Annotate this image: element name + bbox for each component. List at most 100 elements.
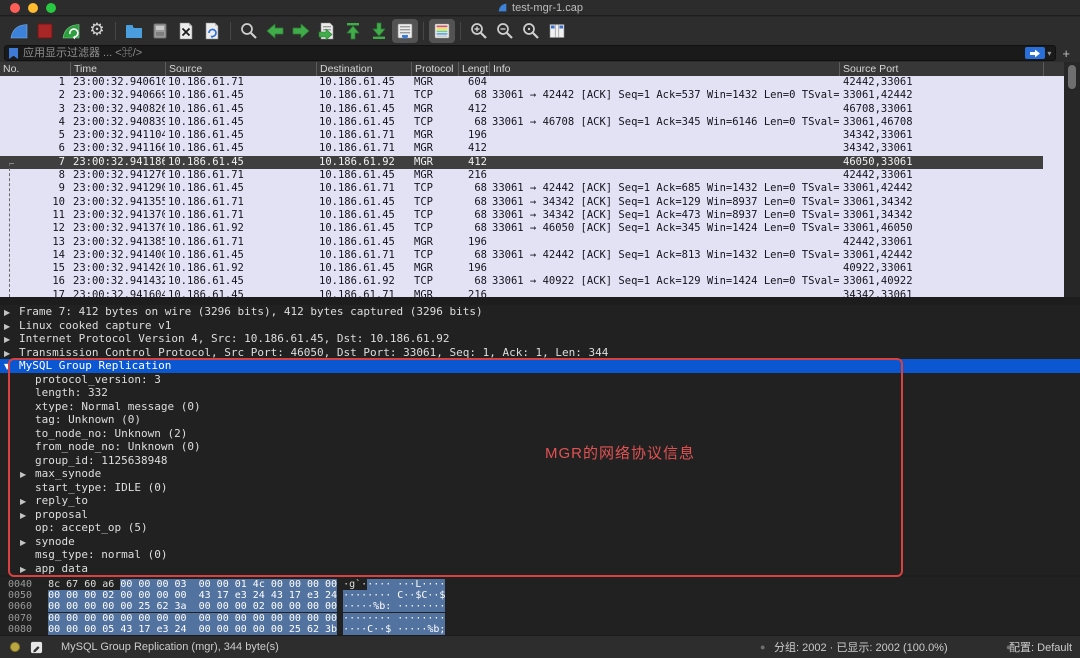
column-header-destination[interactable]: Destination bbox=[316, 62, 411, 76]
stop-capture-icon[interactable] bbox=[32, 19, 58, 43]
display-filter-field[interactable]: ▾ bbox=[4, 45, 1056, 61]
colorize-packets-icon[interactable] bbox=[429, 19, 455, 43]
expander-arrow-icon[interactable]: ▶ bbox=[4, 320, 19, 334]
hex-bytes[interactable]: 00 00 00 05 43 17 e3 24 00 00 00 00 00 2… bbox=[48, 624, 337, 635]
detail-tree-row[interactable]: xtype: Normal message (0) bbox=[0, 400, 1080, 414]
filter-dropdown-caret[interactable]: ▾ bbox=[1047, 49, 1051, 58]
filter-bookmark-icon[interactable] bbox=[8, 47, 19, 60]
hex-bytes[interactable]: 00 00 00 02 00 00 00 00 43 17 e3 24 43 1… bbox=[48, 590, 337, 601]
close-file-icon[interactable] bbox=[173, 19, 199, 43]
add-filter-button[interactable]: + bbox=[1056, 46, 1076, 61]
hex-row[interactable]: 00408c 67 60 a6 00 00 00 03 00 00 01 4c … bbox=[0, 579, 1080, 590]
detail-tree-row[interactable]: ▶Transmission Control Protocol, Src Port… bbox=[0, 346, 1080, 360]
column-header-info[interactable]: Info bbox=[489, 62, 839, 76]
expander-arrow-icon[interactable]: ▶ bbox=[20, 495, 35, 509]
hex-row[interactable]: 008000 00 00 05 43 17 e3 24 00 00 00 00 … bbox=[0, 624, 1080, 635]
reload-file-icon[interactable] bbox=[199, 19, 225, 43]
packet-row[interactable]: 8 23:00:32.941276 10.186.61.71 10.186.61… bbox=[0, 169, 1064, 182]
ascii-bytes[interactable]: ·g`····· ···L···· bbox=[343, 579, 445, 590]
zoom-in-icon[interactable] bbox=[466, 19, 492, 43]
ascii-bytes[interactable]: ········ C··$C··$ bbox=[343, 590, 445, 601]
expander-arrow-icon[interactable]: ▶ bbox=[4, 347, 19, 361]
detail-tree-row[interactable]: ▶app data bbox=[0, 562, 1080, 576]
packet-row[interactable]: 1 23:00:32.940610 10.186.61.71 10.186.61… bbox=[0, 76, 1064, 89]
scrollbar-thumb[interactable] bbox=[1068, 65, 1076, 89]
detail-tree-row[interactable]: ▶Linux cooked capture v1 bbox=[0, 319, 1080, 333]
capture-comment-icon[interactable] bbox=[30, 641, 43, 654]
ascii-bytes[interactable]: ·····%b: ········ bbox=[343, 601, 445, 612]
expander-arrow-icon[interactable]: ▶ bbox=[20, 536, 35, 550]
resize-columns-icon[interactable] bbox=[544, 19, 570, 43]
column-header-source[interactable]: Source bbox=[165, 62, 316, 76]
column-header-source-port[interactable]: Source Port bbox=[839, 62, 1043, 76]
packet-row[interactable]: 14 23:00:32.941400 10.186.61.45 10.186.6… bbox=[0, 249, 1064, 262]
column-header-length[interactable]: Length bbox=[458, 62, 489, 76]
start-capture-icon[interactable] bbox=[6, 19, 32, 43]
packet-row[interactable]: 7 23:00:32.941186 10.186.61.45 10.186.61… bbox=[0, 156, 1064, 169]
packet-row[interactable]: 6 23:00:32.941166 10.186.61.45 10.186.61… bbox=[0, 142, 1064, 155]
detail-tree-row[interactable]: start_type: IDLE (0) bbox=[0, 481, 1080, 495]
detail-tree-row[interactable]: group_id: 1125638948 bbox=[0, 454, 1080, 468]
status-profile[interactable]: 配置: Default bbox=[1009, 639, 1072, 655]
hex-bytes[interactable]: 8c 67 60 a6 00 00 00 03 00 00 01 4c 00 0… bbox=[48, 579, 337, 590]
column-header-protocol[interactable]: Protocol bbox=[411, 62, 458, 76]
auto-scroll-icon[interactable] bbox=[392, 19, 418, 43]
detail-tree-row[interactable]: protocol_version: 3 bbox=[0, 373, 1080, 387]
expander-arrow-icon[interactable]: ▶ bbox=[4, 333, 19, 347]
capture-options-icon[interactable]: ⚙ bbox=[84, 19, 110, 43]
packet-row[interactable]: 9 23:00:32.941290 10.186.61.45 10.186.61… bbox=[0, 182, 1064, 195]
packet-row[interactable]: 13 23:00:32.941385 10.186.61.71 10.186.6… bbox=[0, 236, 1064, 249]
ascii-bytes[interactable]: ····C··$ ·····%b; bbox=[343, 624, 445, 635]
hex-row[interactable]: 005000 00 00 02 00 00 00 00 43 17 e3 24 … bbox=[0, 590, 1080, 601]
column-header-time[interactable]: Time bbox=[70, 62, 165, 76]
packet-row[interactable]: 16 23:00:32.941432 10.186.61.45 10.186.6… bbox=[0, 275, 1064, 288]
detail-tree-row[interactable]: ▶proposal bbox=[0, 508, 1080, 522]
column-header-no[interactable]: No. bbox=[0, 62, 70, 76]
find-packet-icon[interactable] bbox=[236, 19, 262, 43]
open-file-icon[interactable] bbox=[121, 19, 147, 43]
detail-tree-row[interactable]: ▶max_synode bbox=[0, 467, 1080, 481]
ascii-bytes[interactable]: ········ ········ bbox=[343, 613, 445, 624]
go-to-packet-icon[interactable] bbox=[314, 19, 340, 43]
detail-tree-row[interactable]: msg_type: normal (0) bbox=[0, 548, 1080, 562]
packet-row[interactable]: 15 23:00:32.941420 10.186.61.92 10.186.6… bbox=[0, 262, 1064, 275]
packet-row[interactable]: 3 23:00:32.940826 10.186.61.45 10.186.61… bbox=[0, 103, 1064, 116]
hex-bytes[interactable]: 00 00 00 00 00 25 62 3a 00 00 00 02 00 0… bbox=[48, 601, 337, 612]
expander-arrow-icon[interactable]: ▶ bbox=[20, 563, 35, 577]
detail-tree-row[interactable]: length: 332 bbox=[0, 386, 1080, 400]
apply-filter-button[interactable] bbox=[1025, 47, 1045, 59]
go-back-icon[interactable] bbox=[262, 19, 288, 43]
detail-tree-row[interactable]: tag: Unknown (0) bbox=[0, 413, 1080, 427]
expert-info-icon[interactable] bbox=[10, 642, 20, 652]
restart-capture-icon[interactable] bbox=[58, 19, 84, 43]
detail-tree-row[interactable]: ▶synode bbox=[0, 535, 1080, 549]
detail-tree-row[interactable]: ▶Frame 7: 412 bytes on wire (3296 bits),… bbox=[0, 305, 1080, 319]
detail-tree-row[interactable]: to_node_no: Unknown (2) bbox=[0, 427, 1080, 441]
go-last-packet-icon[interactable] bbox=[366, 19, 392, 43]
packet-row[interactable]: 2 23:00:32.940669 10.186.61.45 10.186.61… bbox=[0, 89, 1064, 102]
go-first-packet-icon[interactable] bbox=[340, 19, 366, 43]
go-forward-icon[interactable] bbox=[288, 19, 314, 43]
packet-list-scrollbar[interactable] bbox=[1064, 62, 1080, 297]
packet-row[interactable]: 4 23:00:32.940839 10.186.61.45 10.186.61… bbox=[0, 116, 1064, 129]
packet-row[interactable]: 12 23:00:32.941376 10.186.61.92 10.186.6… bbox=[0, 222, 1064, 235]
expander-arrow-icon[interactable]: ▶ bbox=[20, 468, 35, 482]
zoom-out-icon[interactable] bbox=[492, 19, 518, 43]
expander-arrow-icon[interactable]: ▶ bbox=[4, 306, 19, 320]
detail-tree-row[interactable]: op: accept_op (5) bbox=[0, 521, 1080, 535]
packet-row[interactable]: 17 23:00:32.941604 10.186.61.45 10.186.6… bbox=[0, 289, 1064, 297]
pane-splitter[interactable] bbox=[0, 297, 1080, 305]
hex-row[interactable]: 007000 00 00 00 00 00 00 00 00 00 00 00 … bbox=[0, 613, 1080, 624]
expander-arrow-icon[interactable]: ▼ bbox=[4, 360, 19, 374]
expander-arrow-icon[interactable]: ▶ bbox=[20, 509, 35, 523]
packet-row[interactable]: 11 23:00:32.941370 10.186.61.71 10.186.6… bbox=[0, 209, 1064, 222]
packet-row[interactable]: 5 23:00:32.941104 10.186.61.45 10.186.61… bbox=[0, 129, 1064, 142]
hex-row[interactable]: 006000 00 00 00 00 25 62 3a 00 00 00 02 … bbox=[0, 601, 1080, 612]
zoom-original-icon[interactable] bbox=[518, 19, 544, 43]
detail-tree-row[interactable]: ▶reply_to bbox=[0, 494, 1080, 508]
packet-row[interactable]: 10 23:00:32.941355 10.186.61.71 10.186.6… bbox=[0, 196, 1064, 209]
detail-tree-row[interactable]: ▶Internet Protocol Version 4, Src: 10.18… bbox=[0, 332, 1080, 346]
detail-tree-row[interactable]: from_node_no: Unknown (0) bbox=[0, 440, 1080, 454]
detail-tree-row[interactable]: ▼MySQL Group Replication bbox=[0, 359, 1080, 373]
hex-bytes[interactable]: 00 00 00 00 00 00 00 00 00 00 00 00 00 0… bbox=[48, 613, 337, 624]
